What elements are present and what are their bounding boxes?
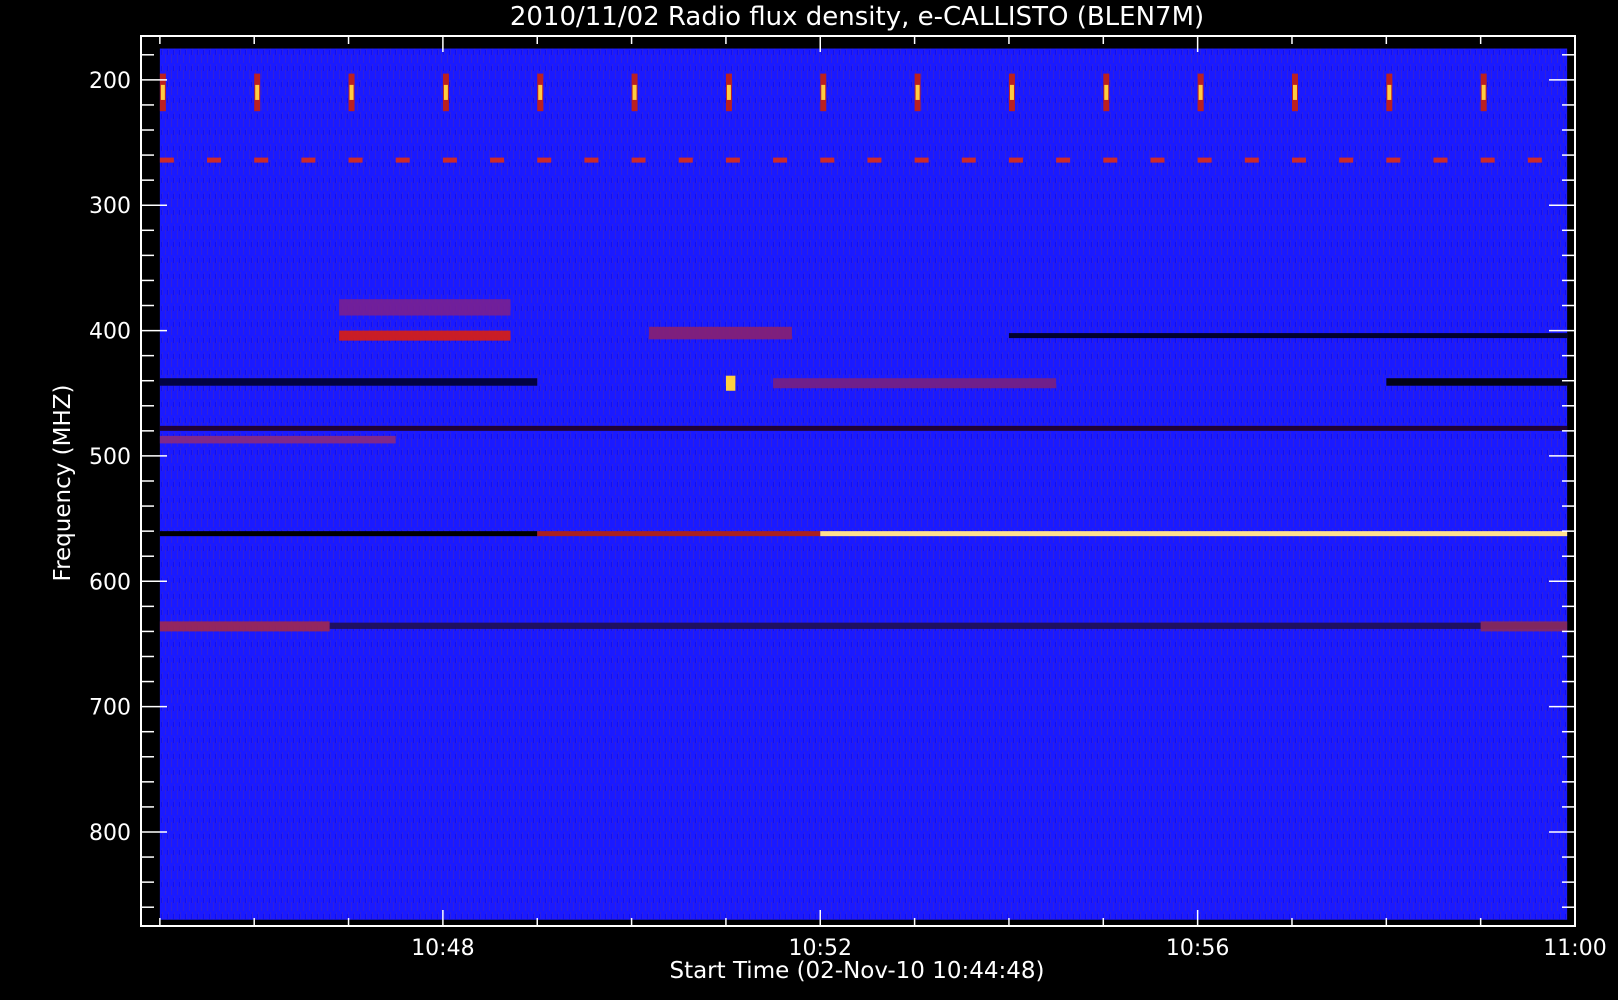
spectrogram-band-11 (159, 435, 396, 444)
spectrogram-band-10 (159, 425, 1568, 431)
dash-mark (207, 157, 222, 163)
dash-mark (348, 157, 363, 163)
x-axis-label: Start Time (02-Nov-10 10:44:48) (669, 958, 1044, 984)
dash-mark (395, 157, 410, 163)
dash-mark (1056, 157, 1071, 163)
y-tick-label: 200 (89, 69, 131, 94)
burst-core (443, 84, 448, 100)
y-tick-label: 700 (89, 696, 131, 721)
burst-core (915, 84, 920, 100)
burst-core (349, 84, 354, 100)
burst-core (1481, 84, 1486, 100)
burst-core (632, 84, 637, 100)
dash-mark (1433, 157, 1448, 163)
spectrogram-band-5 (1008, 333, 1568, 339)
burst-core (1198, 84, 1203, 100)
dash-mark (442, 157, 457, 163)
spectrogram-plot (159, 48, 1568, 920)
x-tick-label: 10:56 (1166, 936, 1229, 961)
spectrogram-band-6 (159, 378, 538, 386)
burst-core (726, 84, 731, 100)
dash-mark (1103, 157, 1118, 163)
y-tick-label: 300 (89, 194, 131, 219)
dash-mark (1386, 157, 1401, 163)
spectrogram-band-15 (159, 621, 330, 632)
dash-mark (631, 157, 646, 163)
dash-mark (773, 157, 788, 163)
spectrogram-line-12 (159, 531, 538, 537)
dash-mark (678, 157, 693, 163)
spectrogram-band-17 (1480, 621, 1568, 632)
burst-core (1387, 84, 1392, 100)
spectrogram-background (159, 48, 1568, 920)
burst-core (538, 84, 543, 100)
dash-mark (301, 157, 316, 163)
dash-mark (1480, 157, 1495, 163)
x-tick-label: 10:48 (411, 936, 474, 961)
burst-core (255, 84, 260, 100)
dash-mark (1197, 157, 1212, 163)
burst-core (160, 84, 165, 100)
spectrogram-spot-9 (725, 375, 736, 391)
spectrogram-band-4 (648, 326, 792, 340)
y-tick-label: 400 (89, 320, 131, 345)
y-axis-label: Frequency (MHZ) (50, 385, 76, 582)
spectrogram-band-8 (773, 378, 1057, 389)
chart-title: 2010/11/02 Radio flux density, e-CALLIST… (510, 2, 1204, 32)
y-tick-label: 500 (89, 445, 131, 470)
dash-mark (1339, 157, 1354, 163)
burst-core (1292, 84, 1297, 100)
spectrogram-chart: 2010/11/02 Radio flux density, e-CALLIST… (0, 0, 1618, 1000)
dash-mark (254, 157, 269, 163)
dash-mark (961, 157, 976, 163)
x-tick-label: 11:00 (1543, 936, 1606, 961)
spectrogram-band-2 (339, 330, 511, 341)
dash-mark (159, 157, 174, 163)
burst-core (821, 84, 826, 100)
spectrogram-band-3 (339, 299, 511, 316)
dash-mark (1291, 157, 1306, 163)
spectrogram-band-16 (329, 622, 1568, 629)
dash-mark (867, 157, 882, 163)
burst-core (1104, 84, 1109, 100)
dash-mark (1008, 157, 1023, 163)
dash-mark (725, 157, 740, 163)
spectrogram-line-14 (820, 531, 1568, 537)
dash-mark (820, 157, 835, 163)
dash-mark (537, 157, 552, 163)
dash-mark (584, 157, 599, 163)
dash-mark (1527, 157, 1542, 163)
spectrogram-line-13 (537, 531, 821, 537)
dash-mark (914, 157, 929, 163)
y-tick-label: 600 (89, 570, 131, 595)
spectrogram-band-7 (1386, 378, 1568, 386)
burst-core (1009, 84, 1014, 100)
dash-mark (490, 157, 505, 163)
dash-mark (1244, 157, 1259, 163)
dash-mark (1150, 157, 1165, 163)
y-tick-label: 800 (89, 821, 131, 846)
